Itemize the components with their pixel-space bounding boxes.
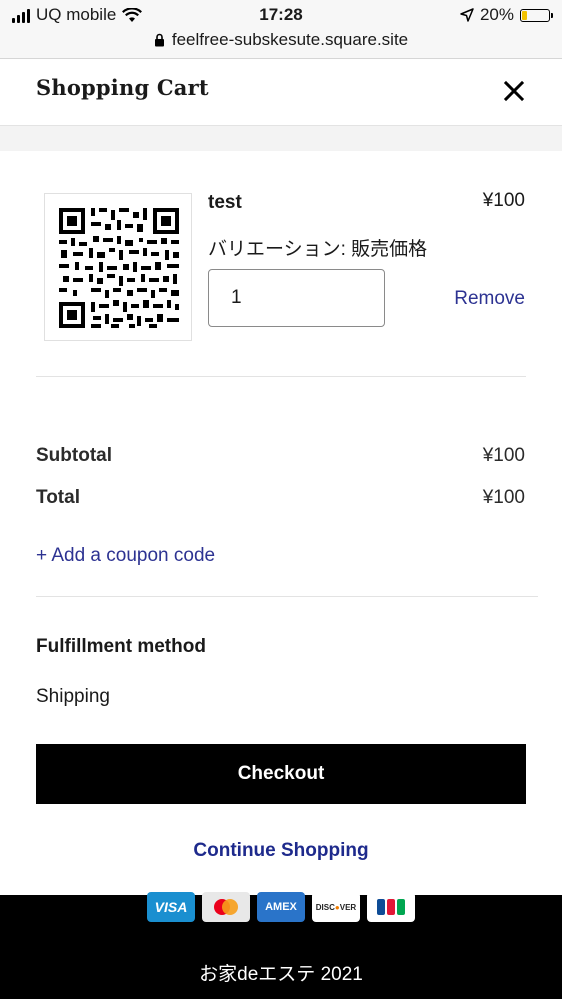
amex-card-icon: AMEX	[257, 892, 305, 922]
header-separator	[0, 126, 562, 151]
checkout-button[interactable]: Checkout	[36, 744, 526, 804]
item-variation: バリエーション: 販売価格	[208, 239, 428, 260]
battery-icon	[520, 8, 553, 22]
cart-header: Shopping Cart	[0, 59, 562, 126]
url-text: feelfree-subskesute.square.site	[171, 30, 409, 49]
remove-link[interactable]: Remove	[454, 288, 525, 310]
lock-icon	[154, 33, 164, 47]
visa-card-icon: VISA	[147, 892, 195, 922]
location-arrow-icon	[460, 8, 474, 22]
mastercard-icon	[202, 892, 250, 922]
divider	[36, 596, 538, 597]
copyright-text: お家deエステ 2021	[199, 964, 363, 985]
battery-percent: 20%	[479, 5, 514, 24]
jcb-card-icon	[367, 892, 415, 922]
item-name: test	[208, 192, 242, 213]
close-icon[interactable]	[502, 79, 526, 103]
payment-cards: VISA AMEX DISC ● VER	[147, 892, 415, 922]
product-thumbnail	[44, 193, 192, 341]
quantity-input[interactable]: 1	[208, 269, 385, 327]
fulfillment-title: Fulfillment method	[36, 636, 206, 657]
address-bar[interactable]: feelfree-subskesute.square.site	[0, 30, 562, 50]
divider	[36, 376, 526, 377]
subtotal-value: ¥100	[482, 445, 525, 466]
add-coupon-link[interactable]: + Add a coupon code	[36, 545, 215, 567]
footer: VISA AMEX DISC ● VER お家deエステ 2021	[0, 892, 562, 999]
qr-code-image	[59, 208, 179, 328]
total-value: ¥100	[482, 487, 525, 508]
discover-card-icon: DISC ● VER	[312, 892, 360, 922]
status-bar: UQ mobile 17:28 20% feelfree-subskesute.…	[0, 0, 562, 59]
subtotal-label: Subtotal	[36, 445, 112, 466]
page-title: Shopping Cart	[36, 75, 209, 100]
fulfillment-value: Shipping	[36, 686, 110, 707]
item-price: ¥100	[482, 190, 525, 211]
total-label: Total	[36, 487, 80, 508]
battery-info: 20%	[460, 5, 553, 25]
continue-shopping-link[interactable]: Continue Shopping	[0, 840, 562, 862]
